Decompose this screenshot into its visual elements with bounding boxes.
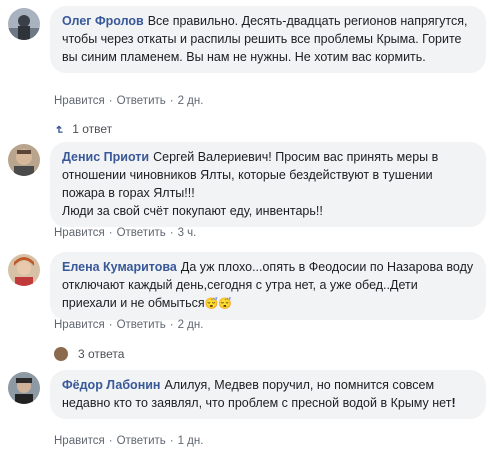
comment-bubble: Фёдор Лабонин Алилуя, Медвев поручил, но … (50, 370, 486, 419)
reply-button[interactable]: Ответить (117, 95, 166, 107)
replies-count[interactable]: 3 ответа (78, 347, 124, 361)
comment-bubble: Олег Фролов Все правильно. Десять-двадцат… (50, 6, 486, 73)
comment-author[interactable]: Денис Приоти (62, 150, 149, 164)
separator-dot: · (169, 319, 174, 331)
reply-button[interactable]: Ответить (117, 319, 166, 331)
comment-text-end: ! (451, 396, 456, 410)
timestamp[interactable]: 2 дн. (178, 95, 204, 107)
comment-actions: Нравится · Ответить · 3 ч. (54, 226, 196, 240)
avatar-image (8, 372, 40, 404)
timestamp[interactable]: 2 дн. (178, 319, 204, 331)
comment-author[interactable]: Елена Кумаритова (62, 260, 177, 274)
separator-dot: · (169, 227, 174, 239)
comment-text-line-2: Люди за свой счёт покупают еду, инвентар… (62, 204, 323, 218)
view-replies[interactable]: 3 ответа (54, 347, 124, 361)
avatar[interactable] (8, 254, 40, 286)
avatar-image (8, 144, 40, 176)
like-button[interactable]: Нравится (54, 319, 105, 331)
separator-dot: · (169, 435, 174, 447)
reply-button[interactable]: Ответить (117, 227, 166, 239)
sleepy-emoji-icon: 😴😴 (204, 298, 233, 310)
comment-actions: Нравится · Ответить · 2 дн. (54, 94, 203, 108)
comment-bubble: Денис Приоти Сергей Валериевич! Просим ва… (50, 142, 486, 227)
avatar[interactable] (8, 8, 40, 40)
reply-avatar (54, 347, 68, 361)
avatar-image (8, 254, 40, 286)
comment-author[interactable]: Фёдор Лабонин (62, 378, 160, 392)
like-button[interactable]: Нравится (54, 95, 105, 107)
timestamp[interactable]: 3 ч. (178, 227, 197, 239)
separator-dot: · (108, 227, 113, 239)
separator-dot: · (108, 435, 113, 447)
replies-count[interactable]: 1 ответ (72, 122, 112, 136)
separator-dot: · (169, 95, 174, 107)
like-button[interactable]: Нравится (54, 227, 105, 239)
separator-dot: · (108, 95, 113, 107)
comment-bubble: Елена Кумаритова Да уж плохо...опять в Фе… (50, 252, 486, 320)
comment-actions: Нравится · Ответить · 2 дн. (54, 318, 203, 332)
timestamp[interactable]: 1 дн. (178, 435, 204, 447)
separator-dot: · (108, 319, 113, 331)
like-button[interactable]: Нравится (54, 435, 105, 447)
avatar[interactable] (8, 144, 40, 176)
comment-actions: Нравится · Ответить · 1 дн. (54, 434, 203, 448)
avatar-image (8, 8, 40, 40)
comment-author[interactable]: Олег Фролов (62, 14, 144, 28)
reply-button[interactable]: Ответить (117, 435, 166, 447)
reply-arrow-icon: ↵ (52, 125, 65, 135)
avatar[interactable] (8, 372, 40, 404)
view-replies[interactable]: ↵ 1 ответ (52, 122, 113, 137)
